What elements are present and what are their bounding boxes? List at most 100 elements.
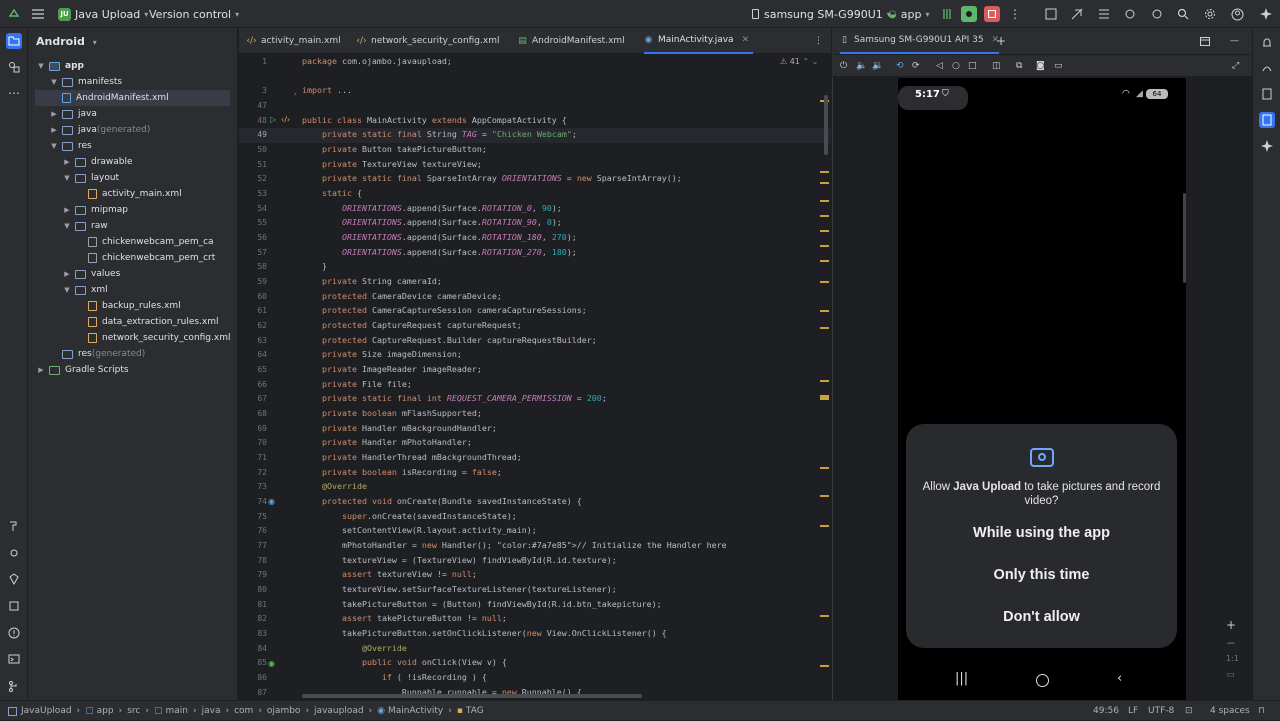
error-stripe-mark[interactable] — [820, 245, 829, 247]
home-icon[interactable]: ○ — [952, 55, 960, 77]
close-icon[interactable]: ✕ — [742, 35, 750, 45]
tree-node-java[interactable]: ▶ java — [49, 106, 97, 122]
breadcrumb-item[interactable]: MainActivity — [388, 706, 443, 716]
app-inspection-icon[interactable] — [6, 545, 22, 561]
recents-button[interactable]: ||| — [955, 671, 968, 686]
account-icon[interactable] — [1229, 6, 1245, 22]
tree-node-data-extraction[interactable]: data_extraction_rules.xml — [88, 314, 219, 330]
tree-node-network-security[interactable]: network_security_config.xml — [88, 330, 230, 346]
profiler-icon[interactable] — [1122, 6, 1138, 22]
lock-icon[interactable]: ⊓ — [1258, 701, 1265, 721]
tab-mainactivity[interactable]: ◉ MainActivity.java ✕ — [644, 28, 754, 54]
tree-node-activity-main[interactable]: activity_main.xml — [88, 186, 182, 202]
tab-activity-main[interactable]: ‹/› activity_main.xml — [246, 28, 340, 54]
device-selector[interactable]: samsung SM-G990U1 ▾ — [752, 0, 891, 28]
breadcrumb-item[interactable]: javaupload — [314, 706, 364, 716]
fit-screen-button[interactable]: ▭ — [1226, 670, 1235, 680]
project-folder-icon[interactable] — [6, 33, 22, 49]
error-stripe-mark[interactable] — [820, 615, 829, 617]
tree-node-app[interactable]: ▼ app — [36, 58, 84, 74]
indent-setting[interactable]: 4 spaces — [1210, 701, 1250, 721]
terminal-icon[interactable] — [6, 651, 22, 667]
file-encoding[interactable]: UTF-8 — [1148, 701, 1174, 721]
more-icon[interactable]: ⋮ — [1007, 6, 1023, 22]
run-config-selector[interactable]: ◒ app ▾ — [888, 0, 929, 28]
sync-icon[interactable] — [1149, 6, 1165, 22]
while-using-button[interactable]: While using the app — [906, 525, 1177, 541]
error-stripe-mark[interactable] — [820, 200, 829, 202]
fold-icon[interactable]: ⧉ — [1016, 55, 1022, 77]
sdk-manager-icon[interactable] — [1043, 6, 1059, 22]
window-layout-icon[interactable] — [1200, 28, 1210, 54]
error-stripe-mark[interactable] — [820, 525, 829, 527]
error-stripe-mark[interactable] — [820, 171, 829, 173]
problems-icon[interactable] — [6, 625, 22, 641]
screenshot-icon[interactable]: ◙ — [1036, 55, 1045, 77]
horizontal-scrollbar[interactable] — [302, 694, 642, 698]
breadcrumb-item[interactable]: app — [97, 706, 114, 716]
breadcrumb-item[interactable]: JavaUpload — [21, 706, 72, 716]
tree-node-java-generated[interactable]: ▶ java (generated) — [49, 122, 150, 138]
layout-inspector-icon[interactable] — [1096, 6, 1112, 22]
volume-up-icon[interactable]: 🔈 — [856, 55, 867, 77]
tree-node-res[interactable]: ▼ res — [49, 138, 91, 154]
version-control-menu[interactable]: Version control ▾ — [149, 0, 239, 28]
error-stripe-mark[interactable] — [820, 215, 829, 217]
tree-node-pem-ca[interactable]: chickenwebcam_pem_ca — [88, 234, 214, 250]
volume-down-icon[interactable]: 🔉 — [872, 55, 883, 77]
error-stripe-mark[interactable] — [820, 310, 829, 312]
build-icon[interactable] — [6, 518, 22, 534]
screen-record-icon[interactable]: ▭ — [1054, 55, 1063, 77]
tree-node-manifests[interactable]: ▼ manifests — [49, 74, 122, 90]
error-stripe-mark[interactable] — [820, 380, 829, 382]
error-stripe-mark[interactable] — [820, 327, 829, 329]
error-stripe-mark[interactable] — [820, 495, 829, 497]
notifications-icon[interactable] — [1259, 35, 1275, 51]
tab-options-icon[interactable]: ⋮ — [814, 28, 823, 54]
settings-gear-icon[interactable] — [1202, 6, 1218, 22]
fold-icon[interactable]: › — [294, 90, 297, 98]
readonly-toggle-icon[interactable]: ⊡ — [1185, 701, 1193, 721]
override-gutter-icon[interactable]: ◉ — [268, 497, 275, 506]
inspection-widget[interactable]: ⚠ 41 ⌃ ⌄ — [780, 57, 818, 66]
project-view-selector[interactable]: Android ▾ — [36, 35, 97, 48]
implements-gutter-icon[interactable]: ◉ — [268, 659, 275, 668]
breadcrumb-item[interactable]: com — [234, 706, 253, 716]
overview-icon[interactable]: □ — [968, 55, 977, 77]
tree-node-pem-crt[interactable]: chickenwebcam_pem_crt — [88, 250, 215, 266]
back-icon[interactable]: ◁ — [936, 55, 943, 77]
more-tools-icon[interactable]: ⋯ — [6, 85, 22, 101]
error-stripe-mark[interactable] — [820, 467, 829, 469]
zoom-in-button[interactable]: + — [1226, 618, 1236, 632]
gemini-sparkle-icon[interactable] — [1259, 138, 1275, 154]
main-menu-icon[interactable] — [32, 0, 44, 28]
tab-network-security[interactable]: ‹/› network_security_config.xml — [356, 28, 499, 54]
error-stripe-mark[interactable] — [820, 182, 829, 184]
gradle-panel-icon[interactable] — [1259, 60, 1275, 76]
device-manager-icon[interactable] — [1069, 6, 1085, 22]
breadcrumb-item[interactable]: java — [202, 706, 221, 716]
zoom-out-button[interactable]: − — [1226, 636, 1236, 650]
tree-node-values[interactable]: ▶ values — [62, 266, 120, 282]
tree-node-res-generated[interactable]: res (generated) — [62, 346, 145, 362]
breadcrumb-item[interactable]: main — [166, 706, 189, 716]
tree-node-backup-rules[interactable]: backup_rules.xml — [88, 298, 181, 314]
device-explorer-icon[interactable] — [1259, 86, 1275, 102]
breadcrumb-item[interactable]: TAG — [466, 706, 484, 716]
back-button[interactable]: ‹ — [1117, 671, 1122, 686]
apply-changes-icon[interactable] — [940, 6, 956, 22]
tree-node-mipmap[interactable]: ▶ mipmap — [62, 202, 128, 218]
tree-node-drawable[interactable]: ▶ drawable — [62, 154, 132, 170]
tree-node-gradle-scripts[interactable]: ▶ Gradle Scripts — [36, 362, 128, 378]
caret-position[interactable]: 49:56 — [1093, 701, 1119, 721]
error-stripe-mark[interactable] — [820, 665, 829, 667]
dont-allow-button[interactable]: Don't allow — [906, 609, 1177, 625]
code-editor[interactable]: 1 package com.ojambo.javaupload; 3 import .… — [239, 55, 831, 700]
home-button[interactable] — [1036, 674, 1049, 687]
only-this-time-button[interactable]: Only this time — [906, 567, 1177, 583]
error-stripe-mark[interactable] — [820, 281, 829, 283]
snapshot-icon[interactable]: ◫ — [992, 55, 1001, 77]
line-separator[interactable]: LF — [1128, 701, 1138, 721]
breadcrumb-item[interactable]: src — [127, 706, 140, 716]
search-icon[interactable] — [1175, 6, 1191, 22]
